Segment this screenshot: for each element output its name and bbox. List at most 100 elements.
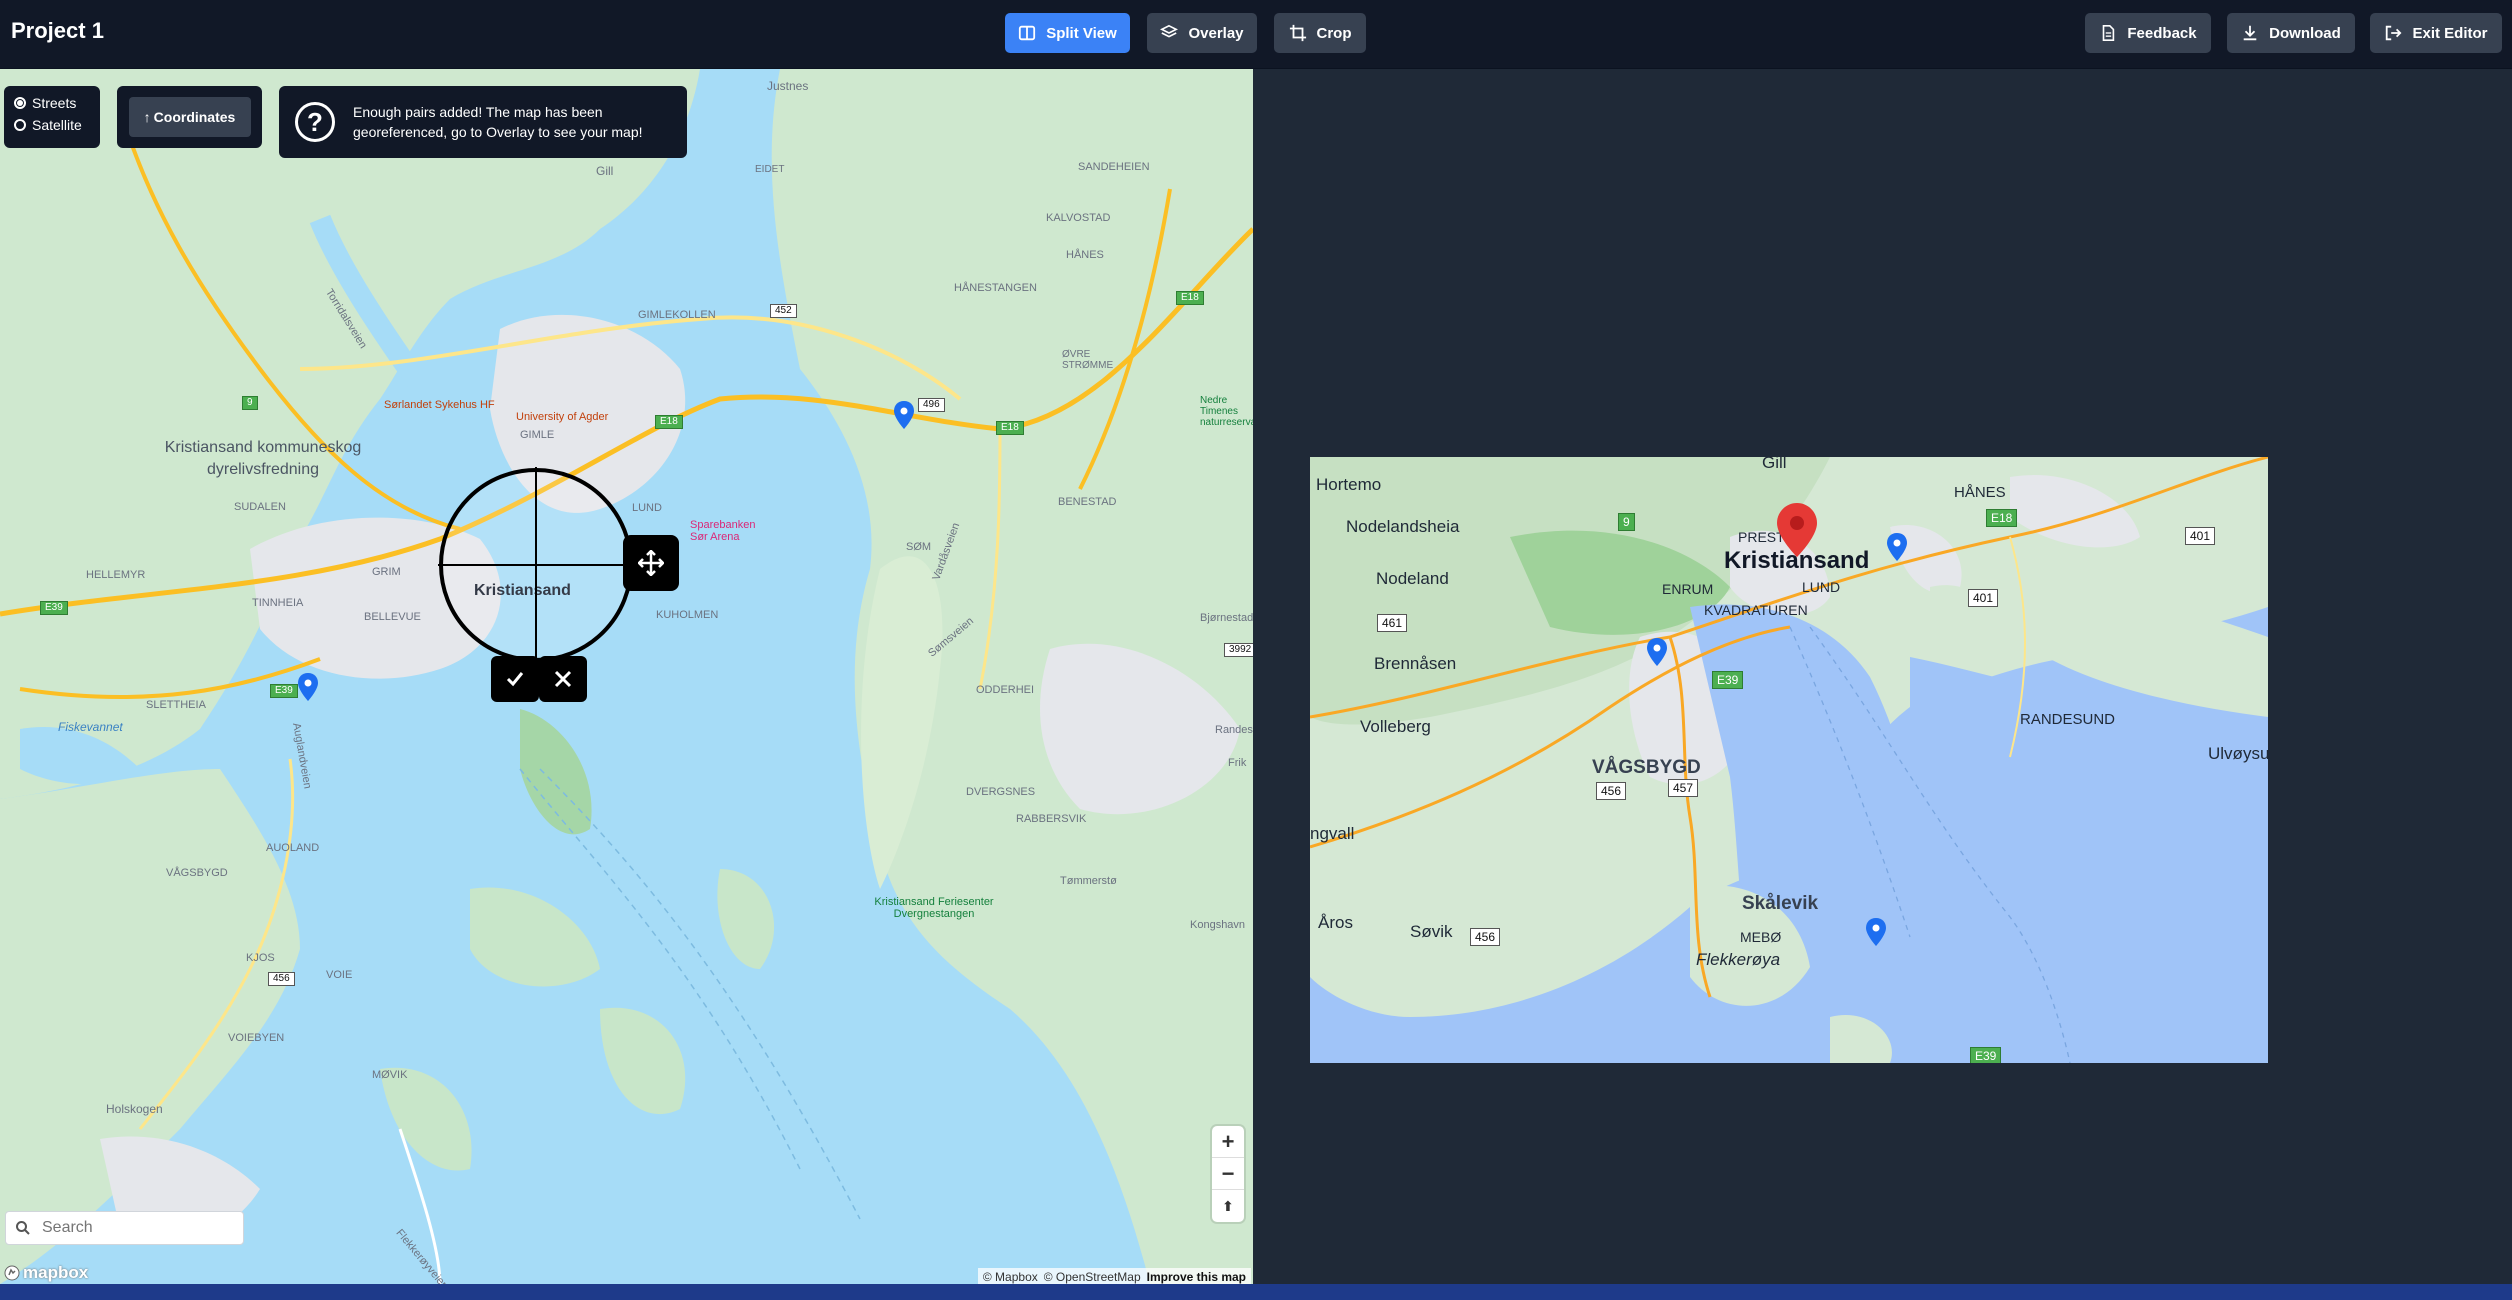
map-label-sandeheien: SANDEHEIEN <box>1078 161 1150 173</box>
split-view-label: Split View <box>1046 24 1117 42</box>
source-image[interactable]: Hortemo Nodelandsheia Nodeland Brennåsen… <box>1310 457 2268 1063</box>
map-attribution: © Mapbox © OpenStreetMap Improve this ma… <box>977 1268 1251 1284</box>
map-label-movik: MØVIK <box>372 1069 408 1081</box>
mapbox-logo[interactable]: mapbox <box>4 1263 88 1283</box>
exit-editor-button[interactable]: Exit Editor <box>2370 13 2502 53</box>
map-label-voiebyen: VOIEBYEN <box>228 1032 285 1044</box>
image-control-pin[interactable] <box>1647 638 1667 666</box>
map-label-kjos: KJOS <box>246 952 275 964</box>
confirm-point-button[interactable] <box>491 656 539 702</box>
image-label-hanes: HÅNES <box>1954 484 2006 501</box>
info-toast: ? Enough pairs added! The map has been g… <box>279 86 687 158</box>
satellite-option[interactable]: Satellite <box>14 114 100 136</box>
search-icon <box>16 1221 30 1235</box>
coordinates-icon: ↑ <box>143 109 151 125</box>
image-label-volleberg: Volleberg <box>1360 717 1431 736</box>
image-control-pin[interactable] <box>1866 918 1886 946</box>
image-shield-9: 9 <box>1618 513 1635 531</box>
check-icon <box>506 672 524 687</box>
satellite-radio[interactable] <box>14 119 26 131</box>
map-label-randesund: Randesund <box>1215 724 1253 736</box>
map-label-kongshavn: Kongshavn <box>1190 919 1246 931</box>
image-label-gill: Gill <box>1762 457 1787 472</box>
search-input[interactable] <box>40 1218 234 1238</box>
image-control-pin[interactable] <box>1887 533 1907 561</box>
improve-map-link[interactable]: Improve this map <box>1147 1270 1246 1284</box>
map-label-fiskevannet: Fiskevannet <box>58 720 123 734</box>
map-label-holskogen: Holskogen <box>106 1102 163 1116</box>
download-label: Download <box>2269 24 2341 42</box>
map-label-nedre: Nedre Timenes naturreservat <box>1200 395 1253 428</box>
layers-icon <box>1160 24 1179 38</box>
exit-editor-label: Exit Editor <box>2412 24 2488 42</box>
download-button[interactable]: Download <box>2227 13 2355 53</box>
image-label-lund: LUND <box>1802 579 1841 595</box>
move-handle[interactable] <box>623 535 679 591</box>
map-label-eidet: EIDET <box>755 164 785 175</box>
map-label-vagsbygd: VÅGSBYGD <box>166 867 228 879</box>
crop-icon <box>1289 24 1306 42</box>
image-shield-e18: E18 <box>1986 509 2018 527</box>
map-label-hellemyr: HELLEMYR <box>86 569 146 581</box>
map-label-odderheia: ODDERHEI <box>976 684 1035 696</box>
compass-button[interactable]: ⬆ <box>1212 1190 1244 1222</box>
image-label-skalevik: Skålevik <box>1742 893 1819 914</box>
image-shield-e39a: E39 <box>1712 671 1744 689</box>
satellite-label: Satellite <box>32 117 82 133</box>
split-view-button[interactable]: Split View <box>1005 13 1130 53</box>
search-box <box>5 1211 244 1245</box>
map-label-benestad: BENESTAD <box>1058 496 1117 508</box>
map-label-kuholmen: KUHOLMEN <box>656 609 719 621</box>
crosshair-target[interactable] <box>438 467 634 663</box>
crop-button[interactable]: Crop <box>1274 13 1366 53</box>
image-shield-401b: 401 <box>1968 589 1999 607</box>
close-icon <box>554 670 572 688</box>
zoom-in-button[interactable]: + <box>1212 1126 1244 1158</box>
image-label-vagsbygd: VÅGSBYGD <box>1592 757 1701 778</box>
coordinates-button[interactable]: ↑ Coordinates <box>128 97 251 137</box>
map-label-tommersto: Tømmerstø <box>1060 875 1117 887</box>
overlay-button[interactable]: Overlay <box>1147 13 1257 53</box>
image-label-kvadraturen: KVADRATUREN <box>1704 602 1808 618</box>
image-label-mebo: MEBØ <box>1740 929 1782 945</box>
image-shield-401a: 401 <box>2185 527 2216 545</box>
image-shield-456b: 456 <box>1470 928 1501 946</box>
map-view[interactable]: Justnes Gill EIDET GIMLEKOLLEN Torridals… <box>0 69 1253 1284</box>
road-shield-496: 496 <box>918 398 945 412</box>
map-label-lund: LUND <box>632 502 662 514</box>
map-label-sorlandet: Sørlandet Sykehus HF <box>384 399 495 411</box>
map-label-uia: University of Agder <box>516 411 609 423</box>
map-label-bellevue: BELLEVUE <box>364 611 421 623</box>
attribution-mapbox[interactable]: © Mapbox <box>983 1270 1038 1284</box>
mapbox-icon <box>4 1265 20 1281</box>
basemap-switcher: Streets Satellite <box>4 86 100 148</box>
mapbox-logo-text: mapbox <box>23 1263 89 1282</box>
coordinates-label: Coordinates <box>153 109 236 125</box>
cancel-point-button[interactable] <box>539 656 587 702</box>
zoom-controls: + − ⬆ <box>1212 1126 1244 1222</box>
map-label-hanes: HÅNES <box>1066 249 1104 261</box>
attribution-osm[interactable]: © OpenStreetMap <box>1044 1270 1141 1284</box>
control-point-pin[interactable] <box>298 673 318 701</box>
streets-option[interactable]: Streets <box>14 92 100 114</box>
map-label-kalvostad: KALVOSTAD <box>1046 212 1111 224</box>
map-label-gimlekollen: GIMLEKOLLEN <box>638 309 716 321</box>
overlay-label: Overlay <box>1188 24 1244 42</box>
image-shield-457: 457 <box>1668 779 1699 797</box>
info-message: Enough pairs added! The map has been geo… <box>353 104 643 140</box>
active-point-pin[interactable] <box>1777 503 1817 557</box>
control-point-pin[interactable] <box>894 401 914 429</box>
map-label-tinnheia: TINNHEIA <box>252 597 304 609</box>
project-title: Project 1 <box>11 18 104 43</box>
zoom-out-button[interactable]: − <box>1212 1158 1244 1190</box>
map-label-som: SØM <box>906 541 932 553</box>
streets-radio[interactable] <box>14 97 26 109</box>
road-shield-e18-b: E18 <box>996 421 1024 435</box>
feedback-button[interactable]: Feedback <box>2085 13 2211 53</box>
map-label-slettheia: SLETTHEIA <box>146 699 206 711</box>
top-bar: Project 1 Split View Overlay Crop Feedba… <box>0 0 2512 69</box>
road-shield-e18-a: E18 <box>655 415 683 429</box>
map-label-sparebanken: Sparebanken Sør Arena <box>690 519 756 543</box>
image-label-flekkeroya: Flekkerøya <box>1696 950 1781 969</box>
document-icon <box>2103 24 2115 42</box>
